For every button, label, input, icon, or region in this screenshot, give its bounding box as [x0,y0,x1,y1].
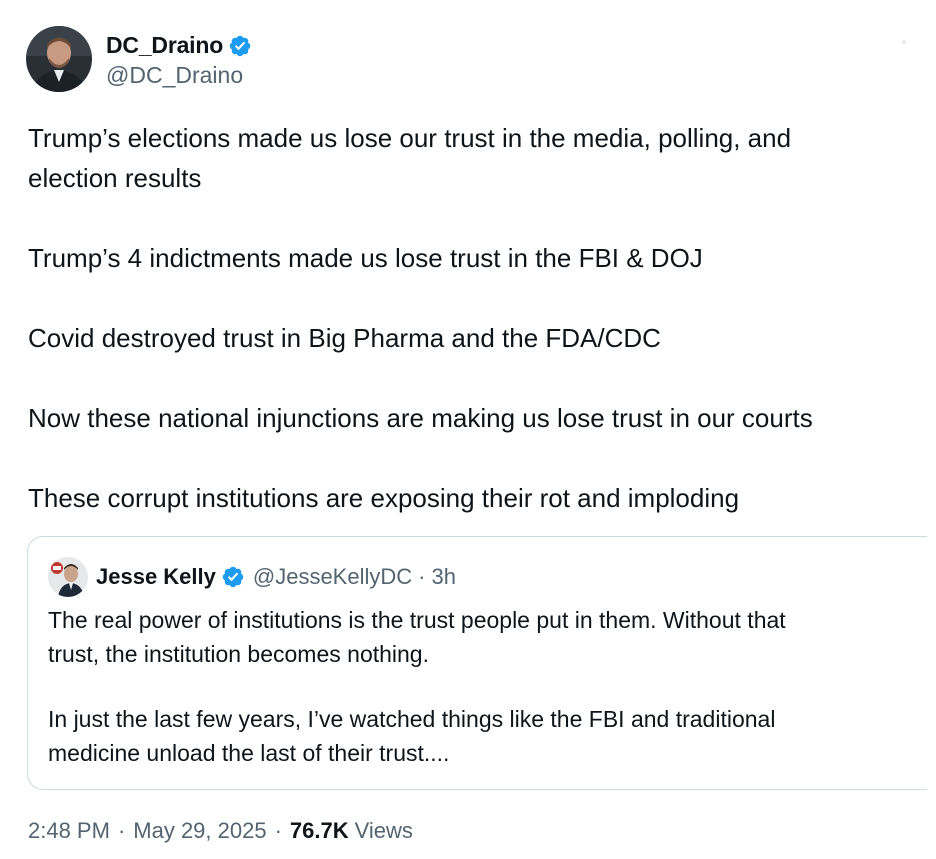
author-names: DC_Draino @DC_Draino [106,30,252,89]
tweet-line-4: Covid destroyed trust in Big Pharma and … [28,323,661,353]
verified-badge-icon[interactable] [228,34,252,58]
tweet-line-2: election results [28,163,202,193]
views-count[interactable]: 76.7K [290,818,349,844]
tweet-line-5: Now these national injunctions are makin… [28,403,813,433]
quoted-line-1: The real power of institutions is the tr… [48,607,786,633]
tweet-line-1: Trump’s elections made us lose our trust… [28,123,792,153]
author-handle[interactable]: @DC_Draino [106,62,252,89]
footer-separator: · [117,818,126,843]
tweet-time[interactable]: 2:48 PM [28,818,110,844]
footer-separator-2: · [274,818,282,843]
author-name-row: DC_Draino [106,30,252,62]
views-label[interactable]: Views [355,818,413,844]
quoted-line-2: trust, the institution becomes nothing. [48,641,429,667]
quoted-tweet-body: The real power of institutions is the tr… [48,603,918,770]
author-avatar[interactable] [26,26,92,92]
quoted-separator: · [418,564,426,589]
quoted-tweet-header: Jesse Kelly @JesseKellyDC · 3h [48,557,456,597]
author-display-name[interactable]: DC_Draino [106,32,223,59]
quoted-author-avatar[interactable] [48,557,88,597]
quoted-handle[interactable]: @JesseKellyDC [253,564,412,590]
tweet-body: Trump’s elections made us lose our trust… [28,118,928,518]
more-options-icon[interactable] [902,40,906,44]
quoted-line-3: In just the last few years, I’ve watched… [48,706,776,732]
quoted-tweet[interactable]: Jesse Kelly @JesseKellyDC · 3h The real … [27,536,927,790]
quoted-display-name[interactable]: Jesse Kelly [96,564,216,590]
tweet-header: DC_Draino @DC_Draino [26,24,252,94]
tweet-date[interactable]: May 29, 2025 [133,818,266,844]
tweet-line-6: These corrupt institutions are exposing … [28,483,740,513]
quoted-line-4: medicine unload the last of their trust.… [48,740,450,766]
quoted-timestamp[interactable]: 3h [431,564,455,590]
tweet-card: DC_Draino @DC_Draino Trump’s elections m… [0,0,936,859]
tweet-line-3: Trump’s 4 indictments made us lose trust… [28,243,703,273]
tweet-footer: 2:48 PM · May 29, 2025 · 76.7K Views [28,818,413,844]
quoted-verified-badge-icon[interactable] [221,565,245,589]
